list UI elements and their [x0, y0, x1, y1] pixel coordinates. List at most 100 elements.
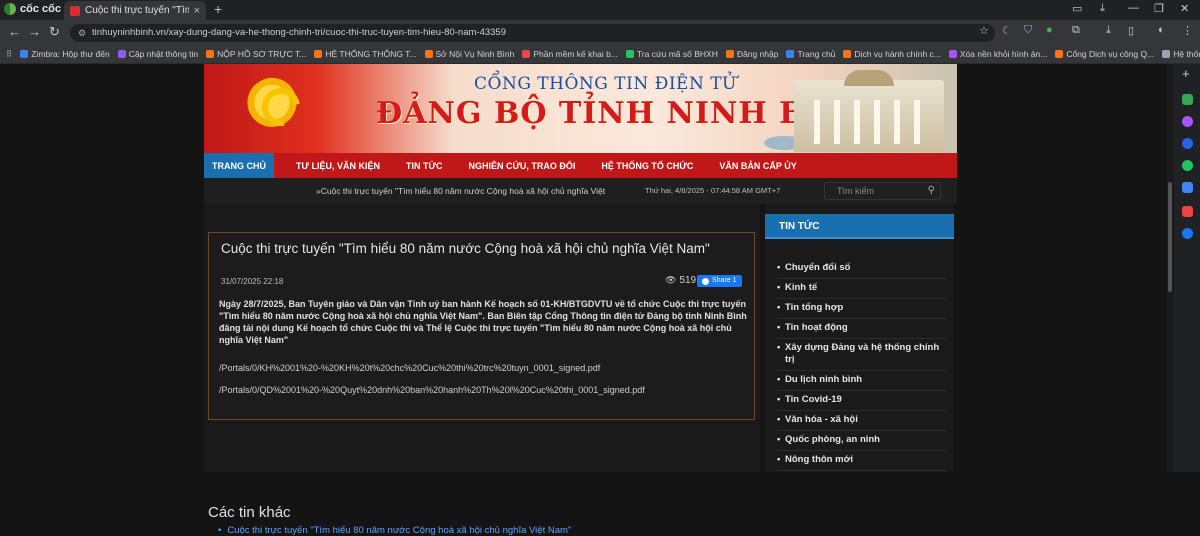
bookmark-favicon-icon	[948, 50, 957, 58]
bookmark-item[interactable]: Phần mềm kế khai b...	[522, 49, 618, 59]
bookmark-item[interactable]: Trang chủ	[786, 49, 835, 59]
bookmark-favicon-icon	[786, 50, 795, 58]
news-ticker[interactable]: »Cuộc thi trực tuyến "Tìm hiểu 80 năm nư…	[316, 186, 638, 196]
menu-icon[interactable]: ⋮	[1182, 24, 1193, 37]
bookmark-label: Phần mềm kế khai b...	[533, 49, 618, 59]
sidebar-item-activities[interactable]: Tin hoạt động	[777, 319, 947, 339]
bookmark-item[interactable]: Hệ thống đăng ký, q...	[1162, 49, 1200, 59]
bookmark-star-icon[interactable]: ☆	[979, 24, 989, 37]
bookmark-favicon-icon	[1055, 50, 1064, 58]
close-window-icon[interactable]: ✕	[1180, 2, 1189, 15]
bookmark-label: Hệ thống đăng ký, q...	[1173, 49, 1200, 59]
sidebar-item-economy[interactable]: Kinh tế	[777, 279, 947, 299]
extensions-puzzle-icon[interactable]: ⧉	[1072, 24, 1080, 37]
profile-avatar-icon[interactable]: ◐	[1158, 24, 1165, 36]
bookmark-label: Cổng Dịch vụ công Q...	[1066, 49, 1155, 59]
bookmark-item[interactable]: Dịch vụ hành chính c...	[843, 49, 941, 59]
extension-download-icon[interactable]: ●	[1046, 24, 1053, 36]
bookmark-label: Xóa nền khỏi hình ản...	[959, 49, 1048, 59]
add-panel-icon[interactable]: +	[1182, 66, 1193, 81]
messenger-icon[interactable]	[1182, 116, 1193, 127]
attachment-link-decision[interactable]: /Portals/0/QD%2001%20-%20Quyt%20dnh%20ba…	[219, 385, 645, 395]
nav-party-documents[interactable]: VĂN BẢN CẤP ỦY	[706, 161, 809, 171]
bookmark-item[interactable]: NỘP HỒ SƠ TRỰC T...	[206, 49, 306, 59]
sidebar-item-defense-security[interactable]: Quốc phòng, an ninh	[777, 431, 947, 451]
extension-moon-icon[interactable]: ☾	[1002, 24, 1012, 37]
headquarters-building-image	[794, 70, 944, 152]
bookmark-favicon-icon	[206, 50, 215, 58]
nav-documents[interactable]: TƯ LIỆU, VĂN KIỆN	[274, 161, 393, 171]
bookmark-item[interactable]: Cập nhật thông tin	[117, 49, 198, 59]
bookmark-item[interactable]: Sở Nội Vụ Ninh Bình	[424, 49, 515, 59]
sidebar-item-digital-transformation[interactable]: Chuyển đổi số	[777, 259, 947, 279]
bookmark-favicon-icon	[314, 50, 323, 58]
forward-icon[interactable]: →	[28, 24, 41, 39]
apps-grid-icon[interactable]: ⠿	[6, 49, 12, 60]
bookmark-item[interactable]: Cổng Dịch vụ công Q...	[1055, 49, 1154, 59]
nav-news[interactable]: TIN TỨC	[393, 161, 455, 171]
browser-tab-active[interactable]: Cuộc thi trực tuyến "Tìm hiể ×	[64, 1, 206, 20]
facebook-panel-icon[interactable]	[1182, 228, 1193, 239]
other-news-link[interactable]: Cuộc thi trực tuyến "Tìm hiểu 80 năm nướ…	[218, 525, 571, 536]
back-icon[interactable]: ←	[8, 24, 21, 39]
bookmark-item[interactable]: Tra cứu mã số BHXH	[625, 49, 718, 59]
translate-icon[interactable]	[1182, 182, 1193, 193]
reload-icon[interactable]: ↻	[49, 24, 60, 40]
bookmark-favicon-icon	[843, 50, 852, 58]
search-input[interactable]: Tìm kiếm ⚲	[824, 182, 941, 200]
sidebar-heading: TIN TỨC	[765, 214, 954, 239]
news-ticker-bar: »Cuộc thi trực tuyến "Tìm hiểu 80 năm nư…	[204, 178, 957, 204]
extension-shield-icon[interactable]: ⛉	[1024, 24, 1032, 37]
maximize-icon[interactable]: ❐	[1154, 2, 1164, 15]
bookmark-label: Trang chủ	[797, 49, 836, 59]
nav-organization[interactable]: HỆ THỐNG TỔ CHỨC	[588, 161, 706, 171]
building-column	[814, 100, 820, 144]
bookmark-favicon-icon	[725, 50, 734, 58]
chat-green-icon[interactable]	[1182, 160, 1193, 171]
sidebar-item-party-building[interactable]: Xây dựng Đảng và hệ thống chính trị	[777, 339, 947, 371]
bookmark-favicon-icon	[625, 50, 634, 58]
new-tab-icon[interactable]: +	[214, 1, 222, 17]
building-column	[914, 100, 920, 144]
sidebar-item-covid[interactable]: Tin Covid-19	[777, 391, 947, 411]
bookmark-item[interactable]: Xóa nền khỏi hình ản...	[948, 49, 1048, 59]
bookmark-label: Tra cứu mã số BHXH	[636, 49, 718, 59]
nav-research[interactable]: NGHIÊN CỨU, TRAO ĐỔI	[455, 161, 588, 171]
scrollbar-thumb[interactable]	[1168, 182, 1172, 292]
bookmark-label: Zimbra: Hộp thư đến	[31, 49, 110, 59]
sidebar-item-general-news[interactable]: Tin tổng hợp	[777, 299, 947, 319]
bookmark-label: Sở Nội Vụ Ninh Bình	[435, 49, 515, 59]
sidebar-item-new-rural[interactable]: Nông thôn mới	[777, 451, 947, 471]
attachment-link-plan[interactable]: /Portals/0/KH%2001%20-%20KH%20t%20chc%20…	[219, 363, 600, 373]
site-info-icon[interactable]: ⚙	[78, 24, 86, 42]
tab-search-icon[interactable]: ▭	[1072, 2, 1082, 15]
bookmark-item[interactable]: Đăng nhập	[725, 49, 778, 59]
article-body: Ngày 28/7/2025, Ban Tuyên giáo và Dân vậ…	[219, 299, 747, 345]
download-icon[interactable]: ⤓	[1100, 2, 1105, 15]
article-date: 31/07/2025 22:18	[221, 277, 284, 286]
app-green-icon[interactable]	[1182, 94, 1193, 105]
bookmark-item[interactable]: HỆ THỐNG THÔNG T...	[314, 49, 417, 59]
sidebar-toggle-icon[interactable]: ▯	[1128, 24, 1134, 37]
search-icon[interactable]: ⚲	[928, 183, 935, 199]
downloads-icon[interactable]: ⤓	[1106, 24, 1111, 37]
address-bar[interactable]: ⚙ tinhuyninhbinh.vn/xay-dung-dang-va-he-…	[70, 24, 995, 42]
sidebar-item-tourism[interactable]: Du lịch ninh bình	[777, 371, 947, 391]
close-tab-icon[interactable]: ×	[194, 5, 200, 17]
nav-home[interactable]: TRANG CHỦ	[204, 153, 274, 178]
sidebar-item-culture-society[interactable]: Văn hóa - xã hội	[777, 411, 947, 431]
article-box: Cuộc thi trực tuyến "Tìm hiểu 80 năm nướ…	[208, 232, 755, 420]
view-count: 👁 519	[665, 275, 696, 286]
bookmark-favicon-icon	[117, 50, 126, 58]
bookmark-item[interactable]: Zimbra: Hộp thư đến	[20, 49, 110, 59]
browser-brand[interactable]: cốc cốc	[4, 3, 61, 15]
web-page: CỔNG THÔNG TIN ĐIỆN TỬ ĐẢNG BỘ TỈNH NINH…	[0, 64, 1166, 536]
page-scrollbar[interactable]	[1166, 64, 1174, 472]
bookmark-favicon-icon	[1162, 50, 1171, 58]
chat-blue-icon[interactable]	[1182, 138, 1193, 149]
building-roof	[844, 70, 894, 86]
share-label: Share 1	[712, 277, 737, 284]
minimize-icon[interactable]: —	[1128, 2, 1139, 14]
facebook-share-button[interactable]: Share 1	[697, 275, 742, 287]
youtube-icon[interactable]	[1182, 206, 1193, 217]
